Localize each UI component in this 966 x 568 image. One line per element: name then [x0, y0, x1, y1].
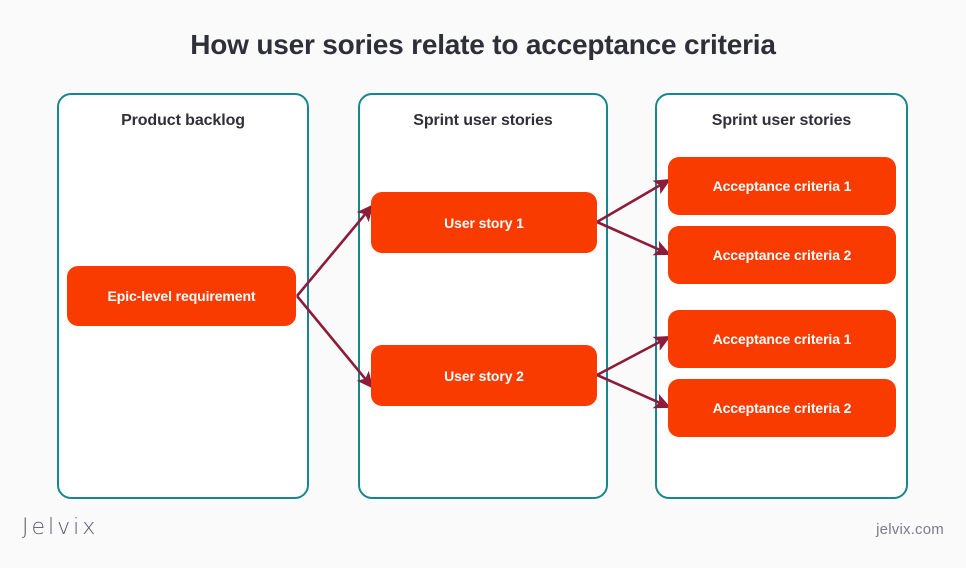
card-label: Acceptance criteria 2 — [712, 247, 852, 263]
card-label: Acceptance criteria 1 — [712, 178, 852, 194]
column-title: Product backlog — [121, 112, 245, 129]
card-label: Acceptance criteria 2 — [712, 400, 852, 416]
card-label: Epic-level requirement — [107, 288, 256, 304]
column-sprint-user-stories-left: Sprint user stories — [358, 93, 608, 499]
column-title: Sprint user stories — [413, 112, 553, 129]
diagram-canvas: How user sories relate to acceptance cri… — [0, 0, 966, 568]
card-label: Acceptance criteria 1 — [712, 331, 852, 347]
card-label: User story 1 — [444, 214, 524, 231]
jelvix-logo: Jelvix — [22, 515, 99, 540]
card-epic-level-requirement[interactable]: Epic-level requirement — [67, 266, 296, 326]
card-acceptance-criteria-1-lower[interactable]: Acceptance criteria 1 — [668, 310, 896, 368]
jelvix-website-url: jelvix.com — [876, 521, 944, 538]
page-title: How user sories relate to acceptance cri… — [190, 29, 776, 60]
card-acceptance-criteria-2-upper[interactable]: Acceptance criteria 2 — [668, 226, 896, 284]
card-user-story-2[interactable]: User story 2 — [371, 345, 597, 406]
card-user-story-1[interactable]: User story 1 — [371, 192, 597, 253]
column-sprint-user-stories-right: Sprint user stories — [655, 93, 908, 499]
card-label: User story 2 — [444, 367, 524, 384]
card-acceptance-criteria-1-upper[interactable]: Acceptance criteria 1 — [668, 157, 896, 215]
column-title: Sprint user stories — [711, 112, 852, 129]
card-acceptance-criteria-2-lower[interactable]: Acceptance criteria 2 — [668, 379, 896, 437]
